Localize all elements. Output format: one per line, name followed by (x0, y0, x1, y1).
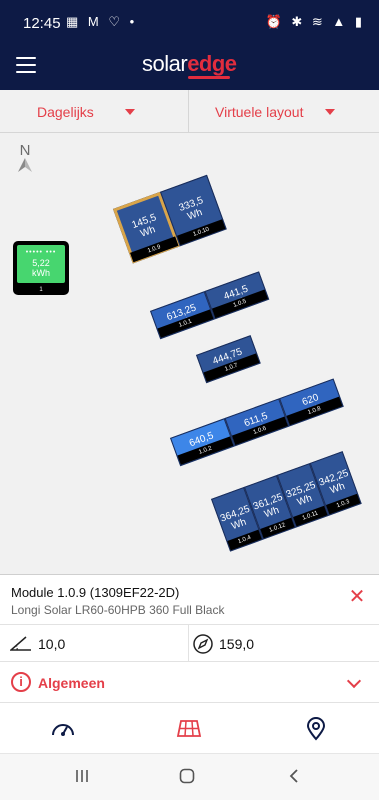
status-time: 12:45 (23, 15, 61, 32)
recents-icon[interactable] (74, 768, 90, 789)
logo-solar-text: solar (142, 51, 188, 76)
back-icon[interactable] (286, 768, 302, 789)
inverter-screen: ••••• ••• 5,22 kWh (17, 245, 65, 283)
location-pin-icon[interactable] (303, 717, 329, 741)
azimuth-compass-icon (193, 634, 213, 654)
solar-layout-grid-icon[interactable] (176, 717, 202, 741)
module-metrics: 10,0 159,0 (0, 624, 379, 662)
panel-group: 613,25Wh1.0.1 441,5Wh1.0.5 (150, 271, 270, 340)
panel-id: 1.0.3 (325, 493, 361, 515)
panel-group: 444,75Wh1.0.7 (196, 335, 261, 384)
chevron-down-icon (325, 109, 335, 115)
solar-panel[interactable]: 444,75Wh1.0.7 (196, 335, 261, 384)
inverter-unit: kWh (32, 268, 50, 278)
compass-icon: N (16, 143, 34, 173)
general-section-toggle[interactable]: i Algemeen (0, 662, 379, 703)
dashboard-gauge-icon[interactable] (50, 717, 76, 741)
module-title: Module 1.0.9 (1309EF22-2D) (11, 585, 180, 600)
general-section-label: Algemeen (38, 675, 105, 691)
hamburger-menu-icon[interactable] (16, 57, 36, 73)
period-dropdown-label: Dagelijks (37, 104, 94, 120)
bottom-tab-bar (0, 703, 379, 753)
compass-north-label: N (19, 142, 31, 159)
android-nav-bar (0, 753, 379, 800)
solar-panel[interactable]: 613,25Wh1.0.1 (150, 291, 215, 340)
notification-icons: ▦ M ♡ • (66, 14, 138, 29)
inverter-energy: 5,22 (32, 258, 50, 268)
layout-dropdown[interactable]: Virtuele layout (190, 90, 379, 132)
module-subtitle: Longi Solar LR60-60HPB 360 Full Black (11, 603, 225, 617)
azimuth-metric: 159,0 (189, 625, 379, 662)
inverter-id: 1 (39, 287, 43, 293)
filter-bar: Dagelijks Virtuele layout (0, 90, 379, 133)
chevron-down-icon (125, 109, 135, 115)
info-icon: i (11, 672, 31, 692)
azimuth-value: 159,0 (219, 636, 255, 652)
period-dropdown[interactable]: Dagelijks (0, 90, 189, 132)
inverter[interactable]: ••••• ••• 5,22 kWh 1 (13, 241, 69, 295)
panel-group: 364,25 Wh 1.0.4 361,25 Wh 1.0.12 325,25 Wh 1.0… (211, 451, 362, 552)
system-status-icons: ⏰ ✱ ≋ ▲ ▮ (265, 14, 365, 29)
close-icon[interactable]: ✕ (347, 587, 367, 607)
status-bar: 12:45 ▦ M ♡ • ⏰ ✱ ≋ ▲ ▮ (0, 0, 379, 40)
app-header: solaredge (0, 40, 379, 90)
tilt-angle-icon (10, 636, 31, 651)
panel-id: 1.0.4 (227, 529, 262, 551)
solar-panel[interactable]: 620Wh1.0.8 (279, 378, 344, 427)
home-icon[interactable] (179, 768, 195, 789)
panel-group: 640,5Wh1.0.2 611,5Wh1.0.6 620Wh1.0.8 (170, 378, 344, 467)
solar-panel[interactable]: 441,5Wh1.0.5 (204, 271, 270, 320)
panel-id: 1.0.11 (293, 505, 328, 527)
virtual-layout-canvas[interactable]: N ••••• ••• 5,22 kWh 1 145,5 Wh 1.0.9 333,… (0, 133, 379, 574)
compass-arrow-icon (18, 158, 32, 172)
layout-dropdown-label: Virtuele layout (215, 104, 304, 120)
panel-id: 1.0.12 (260, 517, 295, 539)
panel-group: 145,5 Wh 1.0.9 333,5 Wh 1.0.10 (113, 174, 227, 264)
solar-panel[interactable]: 611,5Wh1.0.6 (224, 398, 290, 447)
solaredge-logo: solaredge (142, 51, 237, 79)
chevron-down-icon (346, 673, 362, 689)
tilt-value: 10,0 (38, 636, 66, 652)
module-info-header: Module 1.0.9 (1309EF22-2D) Longi Solar L… (0, 574, 379, 624)
tilt-metric: 10,0 (0, 625, 189, 662)
inverter-screen-dots: ••••• ••• (25, 249, 57, 256)
logo-swoosh (188, 76, 230, 79)
logo-edge-text: edge (187, 51, 237, 76)
solar-panel[interactable]: 640,5Wh1.0.2 (170, 418, 235, 467)
